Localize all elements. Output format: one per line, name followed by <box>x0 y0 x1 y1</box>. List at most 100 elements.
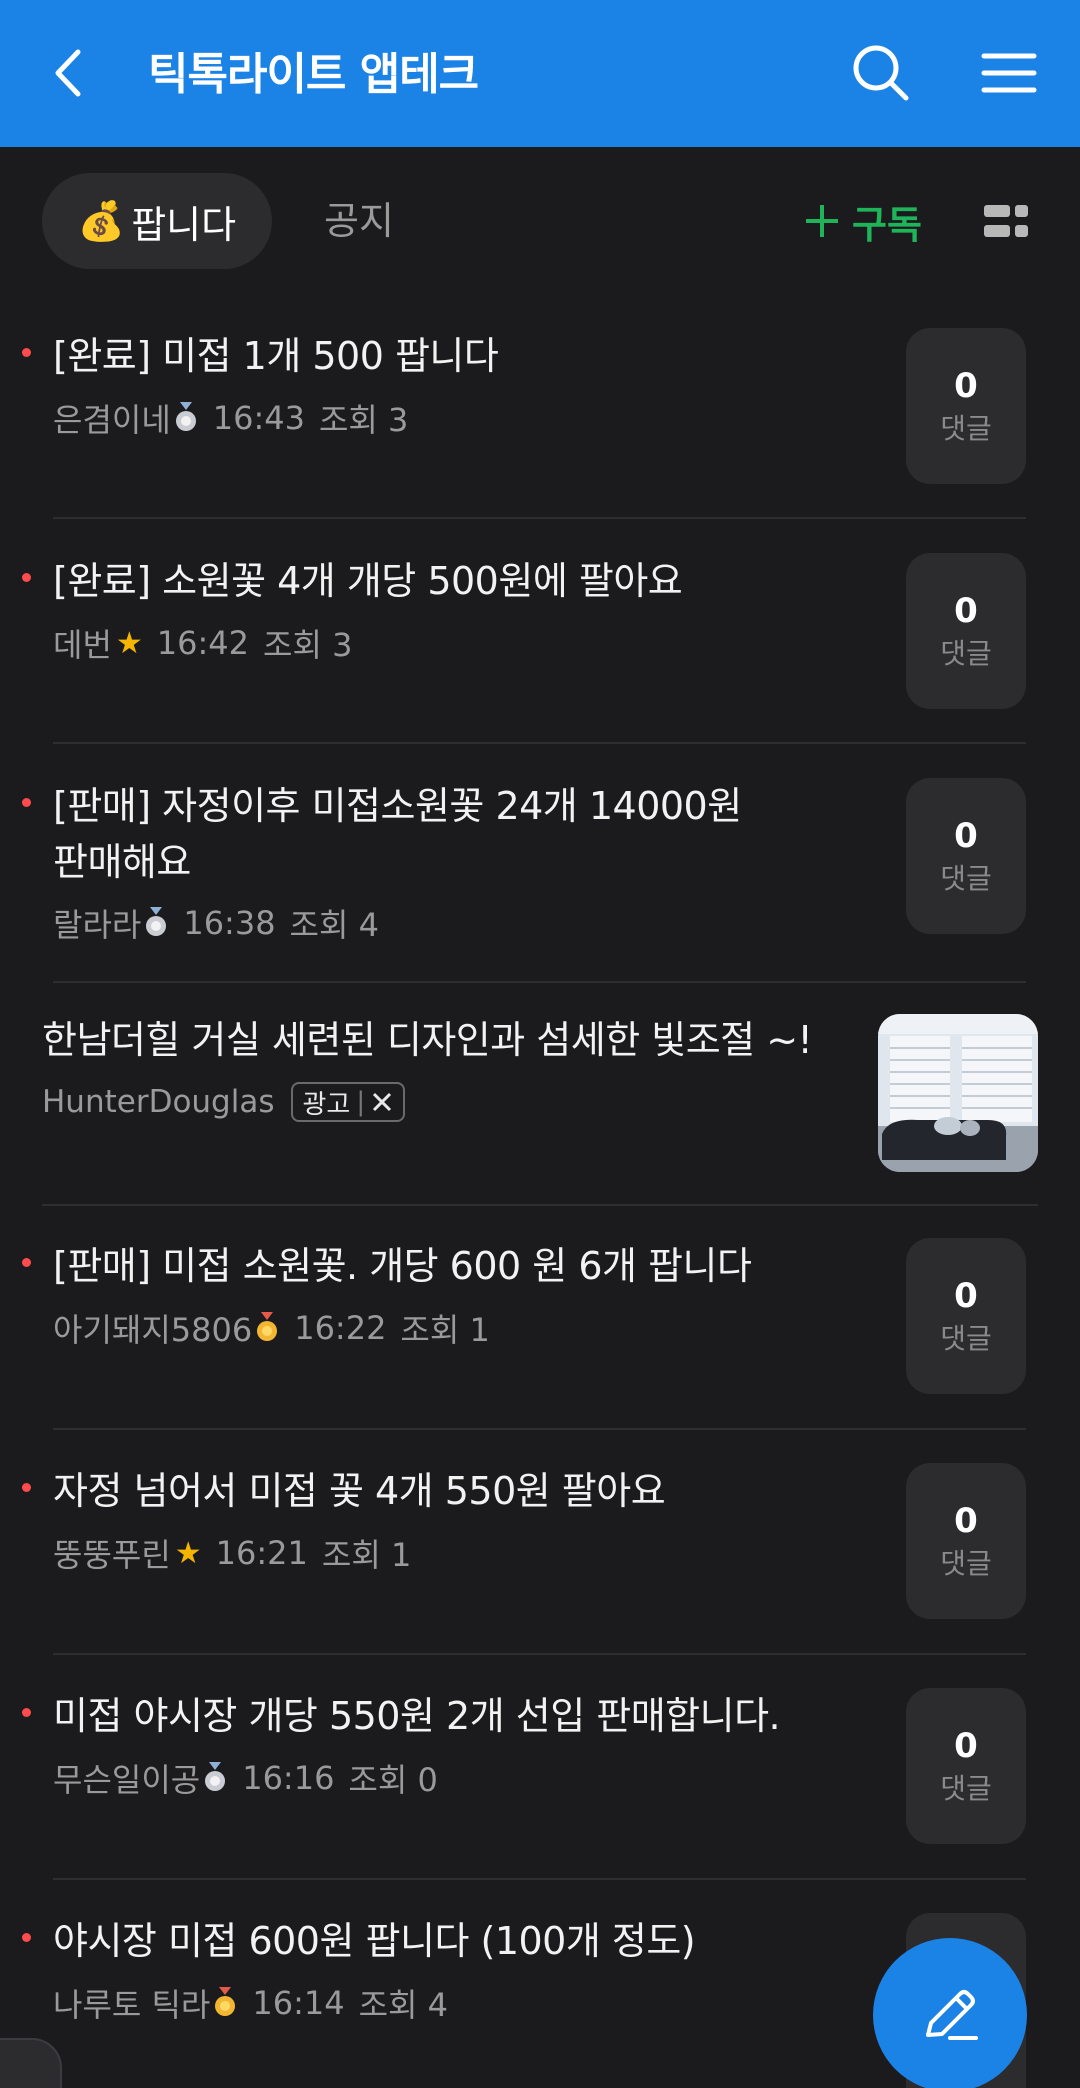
money-bag-icon: 💰 <box>77 198 126 243</box>
comment-label: 댓글 <box>940 1772 992 1805</box>
divider <box>53 1428 1026 1430</box>
post-views: 조회 4 <box>358 1986 449 2024</box>
divider <box>42 1204 1038 1206</box>
post-author: 뚱뚱푸린 <box>53 1536 171 1574</box>
grid-view-icon <box>984 205 1028 237</box>
comment-label: 댓글 <box>940 1547 992 1580</box>
comment-count-box[interactable]: 0 댓글 <box>906 1463 1026 1619</box>
search-button[interactable] <box>846 38 916 108</box>
post-title: [판매] 자정이후 미접소원꽃 24개 14000원 판매해요 <box>53 778 853 890</box>
post-title: [판매] 미접 소원꽃. 개당 600 원 6개 팝니다 <box>53 1244 752 1288</box>
post-title: [완료] 미접 1개 500 팝니다 <box>53 334 499 378</box>
tab-notice[interactable]: 공지 <box>324 173 394 269</box>
post-time: 16:42 <box>156 624 250 662</box>
post-time: 16:43 <box>212 399 305 437</box>
ad-advertiser: HunterDouglas <box>42 1084 275 1120</box>
board-title: 틱톡라이트 앱테크 <box>148 49 479 100</box>
post-time: 16:38 <box>183 904 276 942</box>
post-time: 16:16 <box>242 1759 335 1797</box>
category-tabs: 💰 팝니다 공지 구독 <box>0 147 1080 297</box>
divider <box>53 1878 1026 1880</box>
unread-dot <box>22 1483 31 1492</box>
unread-dot <box>22 348 31 357</box>
pencil-icon <box>926 1990 978 2040</box>
divider <box>53 517 1026 519</box>
gold-medal-icon <box>215 1987 236 2016</box>
unread-dot <box>22 1258 31 1267</box>
ad-title[interactable]: 한남더힐 거실 세련된 디자인과 섬세한 빛조절 ~! <box>42 1012 862 1068</box>
top-app-bar: 틱톡라이트 앱테크 <box>0 0 1080 147</box>
divider <box>53 1653 1026 1655</box>
ad-thumbnail-image[interactable] <box>878 1014 1038 1172</box>
subscribe-button[interactable]: 구독 <box>802 173 922 269</box>
comment-count-box[interactable]: 0 댓글 <box>906 553 1026 709</box>
comment-label: 댓글 <box>940 637 992 670</box>
post-author: 랄라라 <box>53 906 142 944</box>
post-author: 아기돼지5806 <box>53 1311 253 1349</box>
gold-medal-icon <box>257 1312 278 1341</box>
post-meta: 랄라라 16:38 조회 4 <box>53 901 379 945</box>
comment-count: 0 <box>954 1501 978 1541</box>
post-author: 무슨일이공 <box>53 1761 201 1799</box>
post-title: 자정 넘어서 미접 꽃 4개 550원 팔아요 <box>53 1469 666 1513</box>
menu-button[interactable] <box>974 38 1044 108</box>
post-views: 조회 3 <box>318 401 409 439</box>
view-mode-toggle[interactable] <box>984 203 1028 239</box>
comment-count: 0 <box>954 1726 978 1766</box>
ad-badge-label: 광고 <box>302 1089 351 1120</box>
post-title-line: 판매해요 <box>53 840 191 884</box>
post-meta: 무슨일이공 16:16 조회 0 <box>53 1756 438 1800</box>
search-icon <box>853 45 909 101</box>
star-icon: ★ <box>174 1535 202 1571</box>
star-icon: ★ <box>115 625 143 661</box>
post-author: 은겸이네 <box>53 401 171 439</box>
side-drawer-handle[interactable] <box>0 2038 62 2088</box>
comment-label: 댓글 <box>940 1322 992 1355</box>
tab-selling[interactable]: 💰 팝니다 <box>42 173 272 269</box>
write-post-button[interactable] <box>873 1938 1027 2088</box>
comment-count-box[interactable]: 0 댓글 <box>906 328 1026 484</box>
post-views: 조회 1 <box>321 1536 412 1574</box>
post-time: 16:14 <box>252 1984 345 2022</box>
divider <box>53 981 1026 983</box>
silver-medal-icon <box>175 402 196 431</box>
post-time: 16:21 <box>215 1534 308 1572</box>
close-icon[interactable] <box>371 1091 393 1113</box>
post-title: 야시장 미접 600원 팝니다 (100개 정도) <box>53 1919 696 1963</box>
subscribe-label: 구독 <box>852 202 922 247</box>
divider <box>53 742 1026 744</box>
post-views: 조회 0 <box>348 1761 438 1799</box>
comment-count: 0 <box>954 816 978 856</box>
post-meta: 은겸이네 16:43 조회 3 <box>53 396 408 440</box>
comment-count: 0 <box>954 591 978 631</box>
post-meta: 아기돼지5806 16:22 조회 1 <box>53 1306 490 1350</box>
post-views: 조회 3 <box>263 626 353 664</box>
post-meta: 데번 ★ 16:42 조회 3 <box>53 621 352 665</box>
ad-badge-separator: | <box>356 1087 366 1117</box>
ad-badge[interactable]: 광고 | <box>290 1082 406 1122</box>
post-meta: 뚱뚱푸린 ★ 16:21 조회 1 <box>53 1531 411 1575</box>
ad-meta: HunterDouglas 광고 | <box>42 1080 406 1124</box>
plus-icon <box>806 205 838 237</box>
silver-medal-icon <box>146 907 167 936</box>
back-button[interactable] <box>44 38 104 108</box>
unread-dot <box>22 798 31 807</box>
comment-count-box[interactable]: 0 댓글 <box>906 778 1026 934</box>
hamburger-menu-icon <box>981 53 1037 93</box>
chevron-left-icon <box>55 49 81 97</box>
comment-count: 0 <box>954 1276 978 1316</box>
post-time: 16:22 <box>294 1309 387 1347</box>
unread-dot <box>22 1933 31 1942</box>
post-views: 조회 1 <box>400 1311 490 1349</box>
post-title-line: [판매] 자정이후 미접소원꽃 24개 14000원 <box>53 784 742 828</box>
post-views: 조회 4 <box>289 906 379 944</box>
post-meta: 나루토 틱라 16:14 조회 4 <box>53 1981 448 2025</box>
post-title: [완료] 소원꽃 4개 개당 500원에 팔아요 <box>53 559 683 603</box>
comment-count-box[interactable]: 0 댓글 <box>906 1238 1026 1394</box>
post-author: 나루토 틱라 <box>53 1986 211 2024</box>
tab-selling-label: 팝니다 <box>131 202 237 247</box>
comment-label: 댓글 <box>940 862 992 895</box>
comment-count-box[interactable]: 0 댓글 <box>906 1688 1026 1844</box>
unread-dot <box>22 573 31 582</box>
unread-dot <box>22 1708 31 1717</box>
